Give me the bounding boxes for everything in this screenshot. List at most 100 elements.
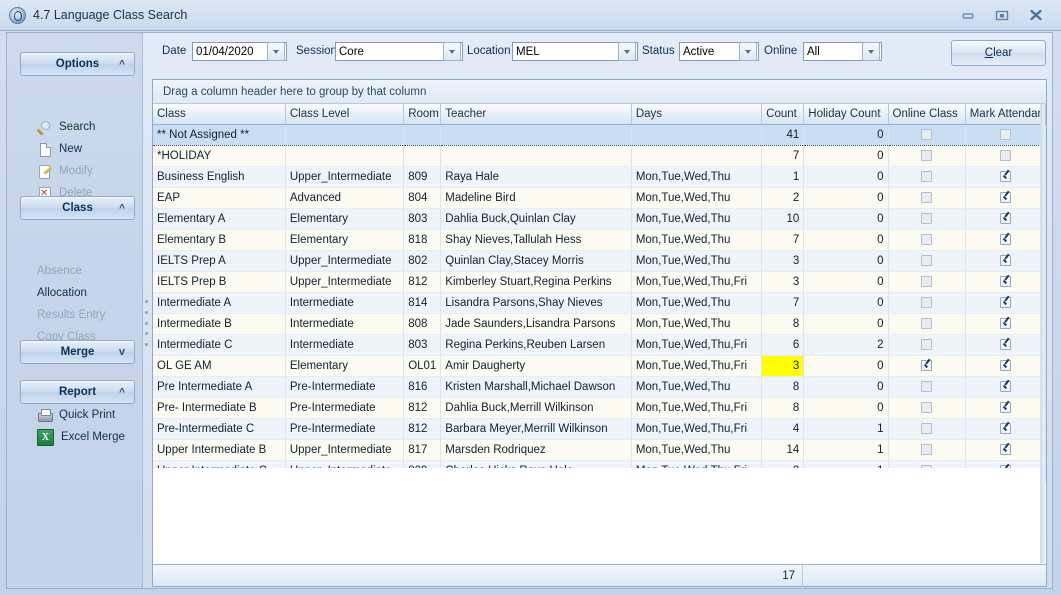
table-row[interactable]: Pre-Intermediate CPre-Intermediate812Bar… [153,419,1046,440]
cell-mark-attendance[interactable] [965,146,1045,167]
cell-mark-attendance[interactable] [965,314,1045,335]
checkbox-checked-icon[interactable] [1000,276,1011,287]
table-row[interactable]: Intermediate CIntermediate803Regina Perk… [153,335,1046,356]
table-row[interactable]: OL GE AMElementaryOL01Amir DaughertyMon,… [153,356,1046,377]
cell-mark-attendance[interactable] [965,188,1045,209]
checkbox-unchecked-icon[interactable] [921,318,932,329]
cell-online-class[interactable] [888,167,965,188]
cell-online-class[interactable] [888,440,965,461]
cell-mark-attendance[interactable] [965,419,1045,440]
date-input[interactable]: 01/04/2020 [192,42,287,61]
sidebar-group-class[interactable]: Class ^ [20,196,135,220]
sidebar-item-search[interactable]: Search [37,119,95,136]
restore-icon[interactable] [994,8,1010,22]
cell-mark-attendance[interactable] [965,167,1045,188]
clear-button[interactable]: Clear [951,40,1046,66]
cell-online-class[interactable] [888,335,965,356]
cell-mark-attendance[interactable] [965,125,1045,146]
cell-mark-attendance[interactable] [965,440,1045,461]
column-header-teacher[interactable]: Teacher [441,104,632,125]
checkbox-checked-icon[interactable] [1000,318,1011,329]
checkbox-checked-icon[interactable] [1000,234,1011,245]
cell-online-class[interactable] [888,251,965,272]
sidebar-group-merge[interactable]: Merge v [20,340,135,364]
checkbox-checked-icon[interactable] [1000,192,1011,203]
cell-mark-attendance[interactable] [965,356,1045,377]
checkbox-unchecked-icon[interactable] [921,192,932,203]
cell-mark-attendance[interactable] [965,377,1045,398]
cell-online-class[interactable] [888,272,965,293]
checkbox-checked-icon[interactable] [921,360,932,371]
checkbox-unchecked-icon[interactable] [921,339,932,350]
checkbox-checked-icon[interactable] [1000,213,1011,224]
cell-online-class[interactable] [888,209,965,230]
table-row[interactable]: ** Not Assigned **410 [153,125,1046,146]
sidebar-item-allocation[interactable]: Allocation [37,285,87,302]
column-header-days[interactable]: Days [631,104,761,125]
table-row[interactable]: Pre Intermediate APre-Intermediate816Kri… [153,377,1046,398]
table-row[interactable]: EAPAdvanced804Madeline BirdMon,Tue,Wed,T… [153,188,1046,209]
checkbox-unchecked-icon[interactable] [921,381,932,392]
checkbox-checked-icon[interactable] [1000,360,1011,371]
checkbox-checked-icon[interactable] [1000,339,1011,350]
location-select[interactable]: MEL [512,42,638,61]
online-dropdown-icon[interactable] [862,42,880,61]
checkbox-unchecked-icon[interactable] [1000,129,1011,140]
date-dropdown-icon[interactable] [267,42,285,61]
cell-online-class[interactable] [888,188,965,209]
table-row[interactable]: IELTS Prep BUpper_Intermediate812Kimberl… [153,272,1046,293]
checkbox-unchecked-icon[interactable] [921,402,932,413]
column-header-holiday-count[interactable]: Holiday Count [804,104,888,125]
table-row[interactable]: Intermediate AIntermediate814Lisandra Pa… [153,293,1046,314]
column-header-mark-attendance[interactable]: Mark Attendance [965,104,1045,125]
cell-online-class[interactable] [888,230,965,251]
table-row[interactable]: IELTS Prep AUpper_Intermediate802Quinlan… [153,251,1046,272]
checkbox-unchecked-icon[interactable] [921,444,932,455]
session-dropdown-icon[interactable] [443,42,461,61]
cell-online-class[interactable] [888,419,965,440]
cell-mark-attendance[interactable] [965,209,1045,230]
minimize-icon[interactable] [960,8,976,22]
online-select[interactable]: All [803,42,882,61]
checkbox-checked-icon[interactable] [1000,255,1011,266]
close-icon[interactable] [1028,8,1044,22]
checkbox-checked-icon[interactable] [1000,402,1011,413]
checkbox-checked-icon[interactable] [1000,171,1011,182]
checkbox-checked-icon[interactable] [1000,444,1011,455]
table-row[interactable]: *HOLIDAY70 [153,146,1046,167]
checkbox-unchecked-icon[interactable] [921,255,932,266]
session-select[interactable]: Core [335,42,463,61]
cell-mark-attendance[interactable] [965,293,1045,314]
sidebar-item-excel-merge[interactable]: Excel Merge [37,429,125,446]
checkbox-checked-icon[interactable] [1000,423,1011,434]
cell-mark-attendance[interactable] [965,230,1045,251]
cell-online-class[interactable] [888,314,965,335]
checkbox-unchecked-icon[interactable] [921,276,932,287]
column-header-room[interactable]: Room [404,104,441,125]
checkbox-unchecked-icon[interactable] [921,150,932,161]
cell-mark-attendance[interactable] [965,272,1045,293]
status-dropdown-icon[interactable] [739,42,757,61]
column-header-class-level[interactable]: Class Level [285,104,403,125]
checkbox-checked-icon[interactable] [1000,297,1011,308]
cell-mark-attendance[interactable] [965,398,1045,419]
cell-mark-attendance[interactable] [965,251,1045,272]
status-select[interactable]: Active [679,42,759,61]
checkbox-unchecked-icon[interactable] [921,234,932,245]
sidebar-group-report[interactable]: Report ^ [20,380,135,404]
cell-online-class[interactable] [888,377,965,398]
checkbox-unchecked-icon[interactable] [921,423,932,434]
sidebar-group-options[interactable]: Options ^ [20,52,135,76]
table-row[interactable]: Upper Intermediate BUpper_Intermediate81… [153,440,1046,461]
cell-online-class[interactable] [888,125,965,146]
table-row[interactable]: Pre- Intermediate BPre-Intermediate812Da… [153,398,1046,419]
table-row[interactable]: Elementary AElementary803Dahlia Buck,Qui… [153,209,1046,230]
checkbox-unchecked-icon[interactable] [921,171,932,182]
column-header-class[interactable]: Class [153,104,285,125]
checkbox-unchecked-icon[interactable] [921,129,932,140]
checkbox-checked-icon[interactable] [1000,381,1011,392]
column-header-count[interactable]: Count [762,104,804,125]
cell-mark-attendance[interactable] [965,335,1045,356]
group-by-panel[interactable]: Drag a column header here to group by th… [153,80,1046,104]
pane-splitter-handle[interactable] [145,300,150,346]
